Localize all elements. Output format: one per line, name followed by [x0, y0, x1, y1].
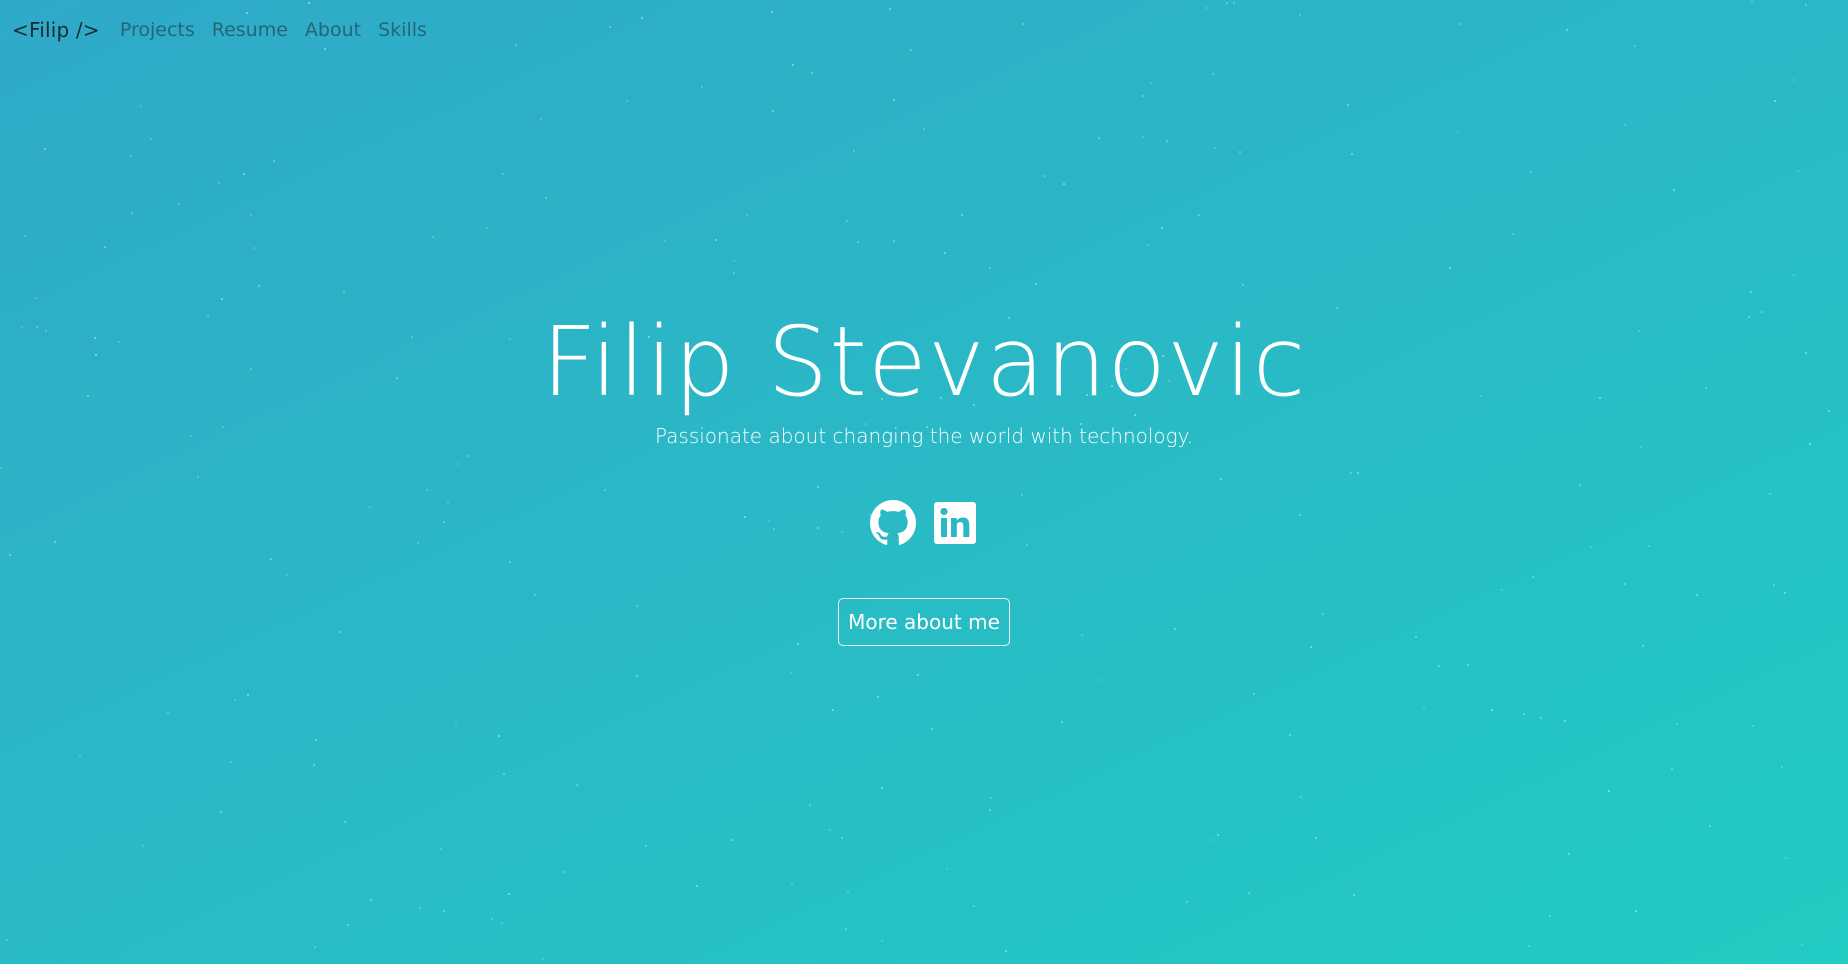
star-dot [443, 910, 445, 912]
star-dot [790, 672, 792, 674]
star-dot [1467, 664, 1469, 666]
star-dot [847, 891, 849, 893]
star-dot [809, 804, 811, 806]
star-dot [347, 924, 349, 926]
star-dot [576, 784, 578, 786]
star-dot [973, 905, 975, 907]
star-dot [645, 845, 647, 847]
star-dot [247, 694, 249, 696]
star-dot [1248, 892, 1250, 894]
hero-section: Filip Stevanovic Passionate about changi… [0, 0, 1848, 646]
star-dot [1608, 790, 1610, 792]
star-dot [1752, 725, 1754, 727]
hero-title: Filip Stevanovic [541, 306, 1307, 418]
star-dot [881, 940, 883, 942]
star-dot [845, 928, 847, 930]
star-dot [315, 739, 317, 741]
star-dot [314, 946, 316, 948]
star-dot [1212, 839, 1214, 841]
star-dot [1549, 915, 1551, 917]
star-dot [563, 871, 565, 873]
star-dot [79, 755, 81, 757]
star-dot [230, 761, 232, 763]
hero-subtitle: Passionate about changing the world with… [654, 424, 1193, 448]
star-dot [6, 939, 8, 941]
star-dot [1676, 723, 1678, 725]
linkedin-icon [932, 500, 978, 546]
star-dot [1635, 910, 1637, 912]
star-dot [167, 712, 169, 714]
star-dot [877, 696, 879, 698]
star-dot [832, 709, 834, 711]
star-dot [791, 883, 793, 885]
more-about-me-button[interactable]: More about me [838, 598, 1010, 646]
star-dot [1438, 665, 1440, 667]
star-dot [1300, 796, 1302, 798]
star-dot [234, 699, 236, 701]
star-dot [1005, 950, 1007, 952]
star-dot [989, 809, 991, 811]
star-dot [731, 839, 733, 841]
star-dot [1491, 709, 1493, 711]
star-dot [344, 821, 346, 823]
star-dot [1186, 901, 1188, 903]
star-dot [1523, 713, 1525, 715]
star-dot [881, 787, 883, 789]
star-dot [419, 907, 421, 909]
star-dot [1061, 721, 1063, 723]
star-dot [1253, 693, 1255, 695]
star-dot [1564, 720, 1566, 722]
github-icon [870, 500, 916, 546]
star-dot [1098, 679, 1100, 681]
star-dot [440, 848, 442, 850]
star-dot [1353, 894, 1355, 896]
star-dot [142, 845, 144, 847]
star-dot [1785, 857, 1787, 859]
star-dot [1801, 944, 1803, 946]
social-links [870, 500, 978, 546]
github-link[interactable] [870, 500, 916, 546]
star-dot [491, 918, 493, 920]
star-dot [1217, 834, 1219, 836]
star-dot [370, 899, 372, 901]
star-dot [503, 773, 505, 775]
star-dot [501, 922, 503, 924]
star-dot [696, 885, 698, 887]
star-dot [498, 735, 500, 737]
star-dot [636, 675, 638, 677]
star-dot [508, 893, 510, 895]
star-dot [1709, 825, 1711, 827]
star-dot [1568, 853, 1570, 855]
star-dot [542, 958, 544, 960]
star-dot [1671, 768, 1673, 770]
star-dot [455, 724, 457, 726]
star-dot [313, 764, 315, 766]
star-dot [946, 868, 948, 870]
star-dot [1540, 717, 1542, 719]
star-dot [1781, 766, 1783, 768]
star-dot [1310, 646, 1312, 648]
star-dot [829, 829, 831, 831]
star-dot [917, 674, 919, 676]
star-dot [1423, 706, 1425, 708]
star-dot [1315, 837, 1317, 839]
star-dot [841, 837, 843, 839]
star-dot [1528, 945, 1530, 947]
linkedin-link[interactable] [932, 500, 978, 546]
star-dot [1289, 734, 1291, 736]
star-dot [990, 797, 992, 799]
star-dot [931, 728, 933, 730]
star-dot [220, 811, 222, 813]
